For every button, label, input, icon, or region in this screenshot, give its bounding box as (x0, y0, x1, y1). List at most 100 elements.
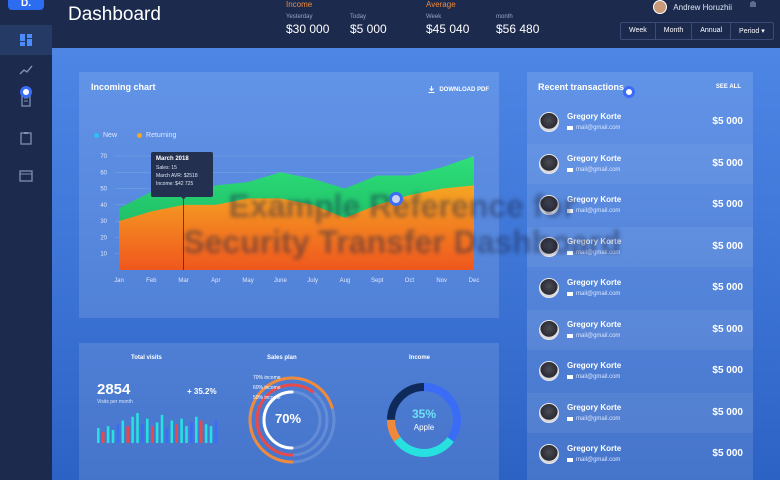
transaction-amount: $5 000 (712, 240, 743, 252)
cursor-indicator (623, 86, 635, 98)
mail-icon (567, 375, 573, 379)
visits-bar (165, 428, 169, 443)
tooltip-line: March AVR: $2518 (156, 173, 198, 179)
visits-bar (136, 413, 139, 443)
transaction-name: Gregory Korte (567, 444, 622, 453)
visits-bar (116, 424, 120, 443)
page-title: Dashboard (68, 4, 161, 25)
mail-icon (567, 458, 573, 462)
sidebar-item-trends[interactable] (0, 55, 52, 85)
transaction-email-text: mail@gmail.com (576, 291, 621, 297)
legend-item-new[interactable]: New (94, 132, 117, 139)
transaction-row[interactable]: Gregory Korte mail@gmail.com $5 000 (527, 392, 753, 433)
download-pdf-button[interactable]: DOWNLOAD PDF (428, 86, 489, 93)
income-donut-label: Apple (413, 423, 435, 432)
visits-bar-chart (97, 413, 218, 443)
incoming-chart-title: Incoming chart (91, 82, 156, 92)
ring-label-60: 60% income (253, 385, 281, 391)
app-logo: D. (8, 0, 44, 10)
avatar (539, 236, 559, 257)
legend-dot-new (94, 133, 99, 138)
income-donut-pct: 35% (411, 407, 437, 421)
visits-bar (106, 426, 110, 443)
transaction-email-text: mail@gmail.com (576, 415, 621, 422)
period-custom-button[interactable]: Period ▾ (731, 23, 773, 39)
download-label: DOWNLOAD PDF (439, 86, 489, 93)
week-value: $45 040 (426, 22, 470, 36)
transaction-email: mail@gmail.com (567, 250, 620, 256)
transaction-email-text: mail@gmail.com (576, 332, 621, 339)
period-selector: Week Month Annual Period ▾ (620, 22, 774, 40)
visits-bar (150, 426, 154, 443)
visits-bar (175, 424, 178, 443)
month-value: $56 480 (496, 22, 540, 36)
mail-icon (567, 416, 573, 421)
total-visits-sub: Visits per month (97, 399, 133, 405)
ring-label-50: 50% income (253, 395, 281, 401)
transaction-email: mail@gmail.com (567, 416, 620, 422)
transaction-amount: $5 000 (712, 365, 743, 376)
bell-icon[interactable] (748, 0, 758, 8)
x-tick-label: Mar (178, 278, 188, 284)
sales-plan-title: Sales plan (267, 355, 297, 361)
visits-bar (160, 414, 164, 443)
visits-bar (131, 416, 134, 443)
visits-bar (141, 424, 144, 443)
see-all-link[interactable]: SEE ALL (716, 84, 741, 90)
visits-bar (185, 426, 188, 443)
transaction-row[interactable]: Gregory Korte mail@gmail.com $5 000 (527, 268, 753, 308)
x-tick-label: July (307, 278, 318, 284)
transaction-amount: $5 000 (712, 448, 743, 459)
transaction-amount: $5 000 (712, 406, 743, 418)
mail-icon (567, 167, 573, 172)
mail-icon (567, 209, 573, 213)
visits-bar (190, 422, 193, 443)
y-tick-label: 50 (100, 187, 107, 193)
sidebar-item-calendar[interactable] (0, 160, 52, 190)
visits-bar (209, 426, 213, 443)
transaction-email-text: mail@gmail.com (576, 166, 621, 173)
sidebar-item-dashboard[interactable] (0, 25, 52, 55)
y-tick-label: 30 (100, 219, 107, 225)
today-value: $5 000 (350, 22, 387, 36)
transaction-row[interactable]: Gregory Korte mail@gmail.com $5 000 (527, 185, 753, 225)
period-annual-button[interactable]: Annual (692, 23, 732, 39)
transaction-name: Gregory Korte (567, 402, 622, 412)
yesterday-label: Yesterday (286, 14, 313, 20)
period-month-button[interactable]: Month (656, 23, 693, 39)
transaction-email: mail@gmail.com (567, 457, 620, 463)
avatar (539, 444, 559, 464)
legend-item-returning[interactable]: Returning (137, 132, 176, 139)
legend-label-new: New (103, 132, 118, 139)
period-week-button[interactable]: Week (621, 23, 656, 39)
sidebar-item-clipboard[interactable] (0, 123, 52, 153)
transaction-row[interactable]: Gregory Korte mail@gmail.com $5 000 (527, 309, 753, 350)
transaction-row[interactable]: Gregory Korte mail@gmail.com $5 000 (527, 143, 753, 184)
today-label: Today (350, 14, 367, 20)
transaction-name: Gregory Korte (567, 236, 622, 246)
bottom-stats-card: Total visits 2854 + 35.2% Visits per mon… (79, 343, 499, 480)
y-tick-label: 40 (100, 203, 107, 209)
x-tick-label: May (242, 278, 253, 284)
transaction-row[interactable]: Gregory Korte mail@gmail.com $5 000 (527, 226, 753, 267)
chart-legend: New Returning (94, 132, 176, 139)
transaction-row[interactable]: Gregory Korte mail@gmail.com $5 000 (527, 434, 753, 474)
transaction-name: Gregory Korte (567, 112, 622, 121)
ring-label-70: 70% income (253, 375, 281, 381)
cursor-indicator (389, 192, 403, 206)
avatar (653, 0, 668, 14)
recent-transactions-card: Recent transactions SEE ALL Gregory Kort… (527, 72, 753, 480)
transaction-amount: $5 000 (712, 282, 743, 293)
transaction-email: mail@gmail.com (567, 333, 620, 339)
top-header: Dashboard Income Yesterday $30 000 Today… (52, 0, 780, 48)
mail-icon (567, 126, 573, 130)
user-menu[interactable]: Andrew Horuzhii (653, 0, 732, 14)
mail-icon (567, 333, 573, 338)
y-tick-label: 20 (100, 235, 107, 241)
sales-plan-center: 70% (275, 411, 302, 426)
week-label: Week (426, 14, 442, 20)
transaction-row[interactable]: Gregory Korte mail@gmail.com $5 000 (527, 102, 753, 142)
dashboard-icon (20, 34, 32, 46)
x-tick-label: Nov (436, 278, 447, 284)
transaction-row[interactable]: Gregory Korte mail@gmail.com $5 000 (527, 351, 753, 391)
